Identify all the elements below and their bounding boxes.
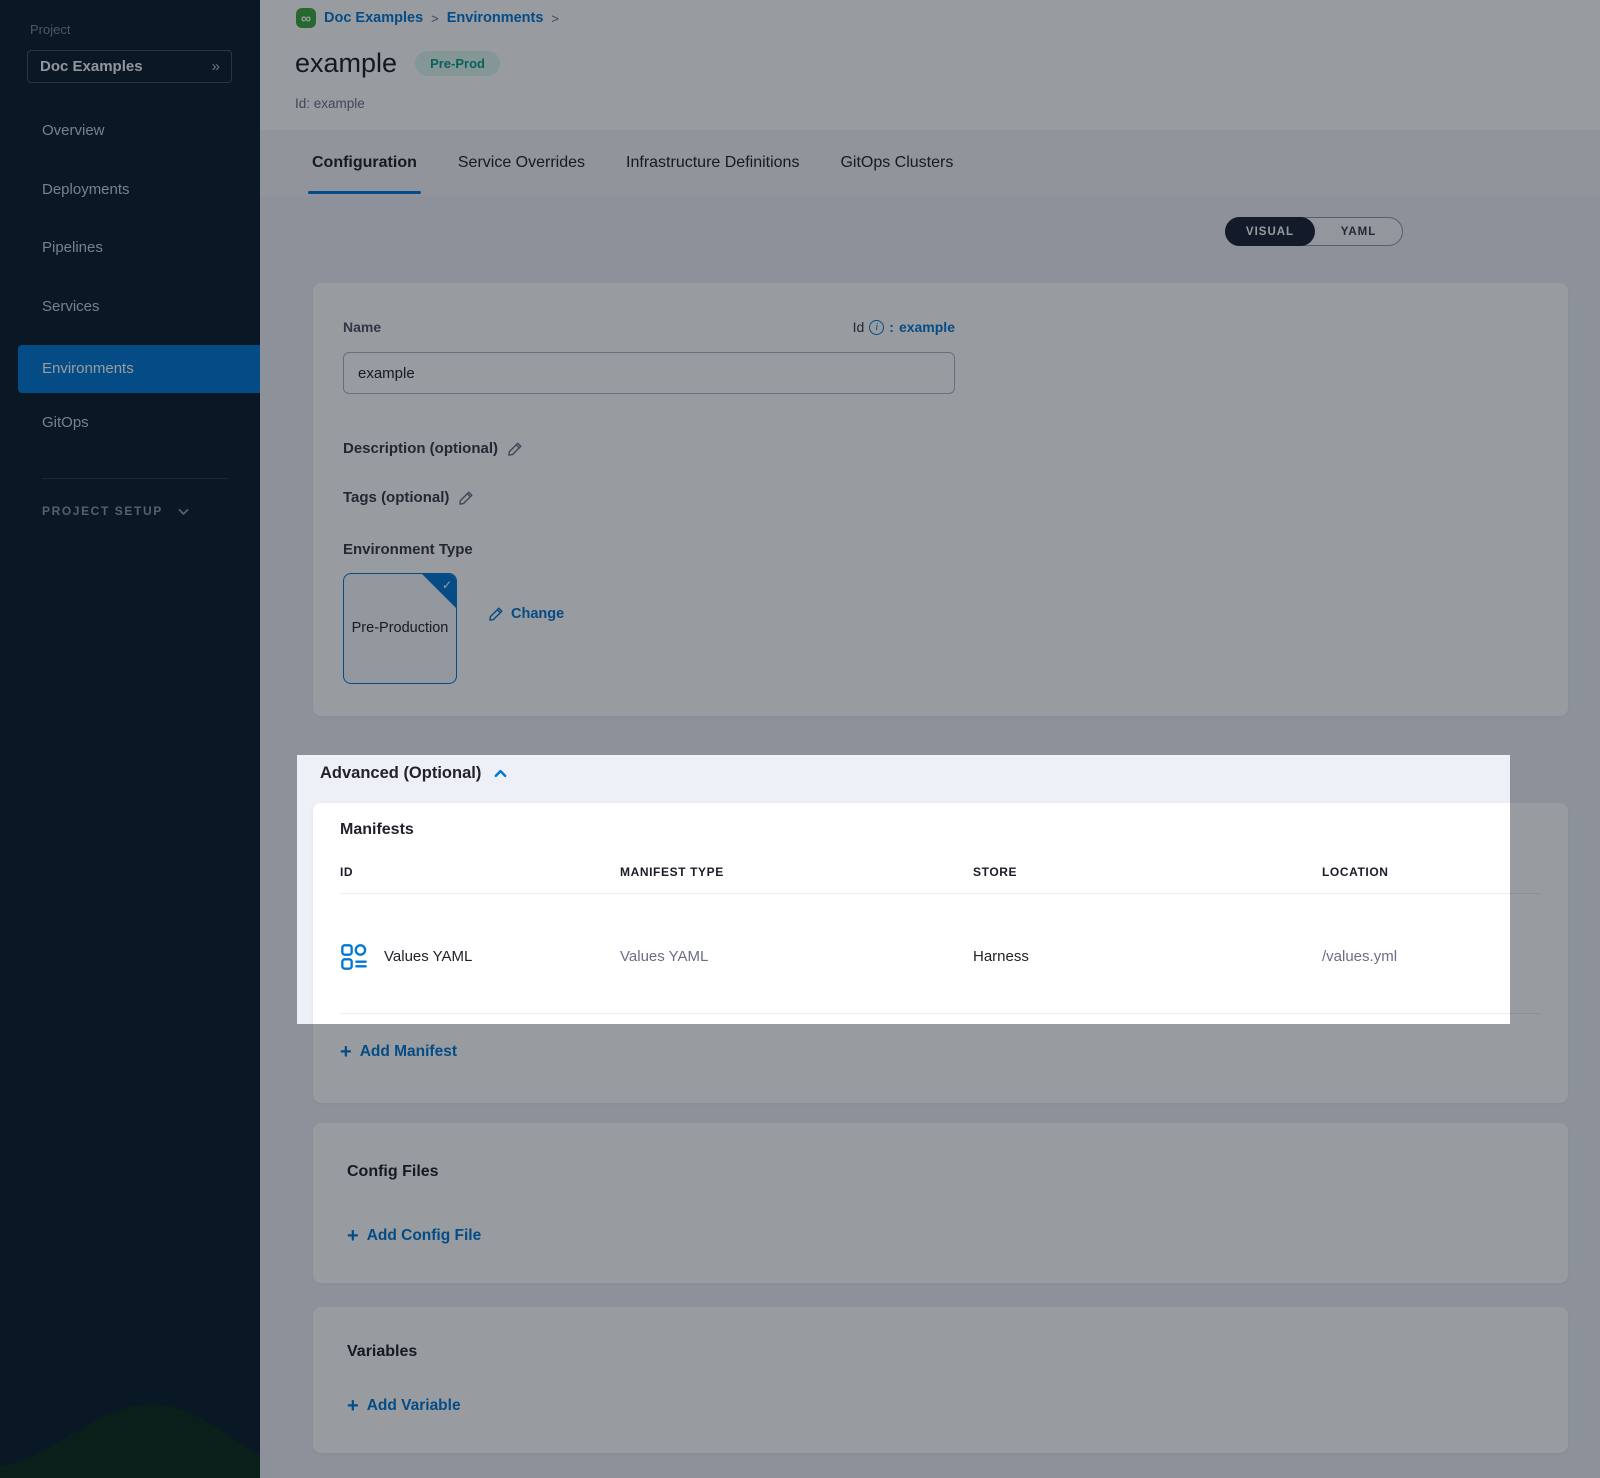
description-label: Description (optional) xyxy=(343,440,498,457)
title-row: example Pre-Prod xyxy=(295,48,500,79)
manifests-heading: Manifests xyxy=(340,821,414,839)
project-setup-label: PROJECT SETUP xyxy=(42,504,163,518)
breadcrumb: ∞ Doc Examples > Environments > xyxy=(296,8,559,28)
variables-heading: Variables xyxy=(347,1343,417,1361)
project-label: Project xyxy=(30,22,70,37)
config-files-card: Config Files + Add Config File xyxy=(313,1123,1568,1283)
chevron-up-icon[interactable] xyxy=(493,766,508,781)
id-label: Id xyxy=(853,319,865,335)
main-panel: ∞ Doc Examples > Environments > example … xyxy=(260,0,1600,1478)
project-setup-toggle[interactable]: PROJECT SETUP xyxy=(42,498,222,524)
breadcrumb-environments-link[interactable]: Environments xyxy=(447,10,544,26)
project-name: Doc Examples xyxy=(40,58,143,75)
change-environment-type-button[interactable]: Change xyxy=(488,606,564,622)
configuration-content: VISUAL YAML Name Id i : example Descript… xyxy=(260,196,1600,1478)
info-icon[interactable]: i xyxy=(869,320,884,335)
column-header-store: STORE xyxy=(973,865,1017,879)
tab-infrastructure-definitions[interactable]: Infrastructure Definitions xyxy=(622,130,803,196)
plus-icon: + xyxy=(347,1229,359,1243)
description-edit[interactable]: Description (optional) xyxy=(343,440,523,457)
edit-pencil-icon[interactable] xyxy=(507,441,523,457)
values-yaml-icon xyxy=(340,943,368,971)
tab-configuration[interactable]: Configuration xyxy=(308,130,421,196)
sidebar-wave-decoration xyxy=(0,1348,260,1478)
add-manifest-button[interactable]: + Add Manifest xyxy=(340,1043,457,1061)
page-title: example xyxy=(295,48,397,79)
add-manifest-label: Add Manifest xyxy=(360,1043,457,1061)
basic-info-card: Name Id i : example Description (optiona… xyxy=(313,283,1568,716)
sidebar-item-deployments[interactable]: Deployments xyxy=(0,166,260,214)
tab-service-overrides[interactable]: Service Overrides xyxy=(454,130,589,196)
environment-type-value: Pre-Production xyxy=(352,617,449,639)
project-selector[interactable]: Doc Examples » xyxy=(27,50,232,83)
advanced-title: Advanced (Optional) xyxy=(320,764,481,783)
environment-type-label: Environment Type xyxy=(343,541,473,558)
manifests-card: Manifests ID MANIFEST TYPE STORE LOCATIO… xyxy=(313,803,1568,1103)
entity-id: Id: example xyxy=(295,96,365,111)
column-header-location: LOCATION xyxy=(1322,865,1389,879)
environment-type-card-preproduction[interactable]: Pre-Production ✓ xyxy=(343,573,457,684)
id-colon: : xyxy=(889,319,894,335)
column-header-manifest-type: MANIFEST TYPE xyxy=(620,865,724,879)
tab-bar: Configuration Service Overrides Infrastr… xyxy=(260,130,1600,196)
plus-icon: + xyxy=(347,1399,359,1413)
advanced-section-toggle[interactable]: Advanced (Optional) xyxy=(320,764,508,783)
add-variable-label: Add Variable xyxy=(367,1397,461,1415)
sidebar-item-gitops[interactable]: GitOps xyxy=(0,399,260,447)
tags-label: Tags (optional) xyxy=(343,489,449,506)
plus-icon: + xyxy=(340,1045,352,1059)
project-sidebar: Project Doc Examples » Overview Deployme… xyxy=(0,0,260,1478)
env-type-badge: Pre-Prod xyxy=(415,51,500,76)
id-reference: Id i : example xyxy=(853,319,955,335)
manifest-table-row[interactable]: Values YAML Values YAML Harness /values.… xyxy=(313,894,1568,1013)
config-files-heading: Config Files xyxy=(347,1163,439,1181)
id-value-link[interactable]: example xyxy=(899,319,955,335)
cd-module-icon: ∞ xyxy=(296,8,316,28)
name-row: Name Id i : example xyxy=(343,319,955,335)
breadcrumb-project-link[interactable]: Doc Examples xyxy=(324,10,423,26)
visual-yaml-toggle[interactable]: VISUAL YAML xyxy=(1225,217,1403,246)
toggle-visual[interactable]: VISUAL xyxy=(1225,217,1315,246)
environment-configuration-screen: Project Doc Examples » Overview Deployme… xyxy=(0,0,1600,1478)
tags-edit[interactable]: Tags (optional) xyxy=(343,489,474,506)
name-label: Name xyxy=(343,319,381,335)
check-icon: ✓ xyxy=(442,576,452,595)
sidebar-divider xyxy=(42,478,228,479)
manifest-type-cell: Values YAML xyxy=(620,948,708,965)
variables-card: Variables + Add Variable xyxy=(313,1307,1568,1453)
toggle-yaml[interactable]: YAML xyxy=(1315,218,1402,245)
chevron-down-icon xyxy=(177,505,190,518)
sidebar-item-overview[interactable]: Overview xyxy=(0,107,260,155)
sidebar-item-services[interactable]: Services xyxy=(0,283,260,331)
breadcrumb-separator-icon: > xyxy=(431,11,439,26)
expand-chevron-icon[interactable]: » xyxy=(212,58,219,75)
add-variable-button[interactable]: + Add Variable xyxy=(347,1397,461,1415)
name-input[interactable] xyxy=(343,352,955,394)
change-label: Change xyxy=(511,606,564,622)
manifest-store-cell: Harness xyxy=(973,948,1029,965)
sidebar-item-pipelines[interactable]: Pipelines xyxy=(0,224,260,272)
table-row-divider xyxy=(340,1013,1541,1014)
breadcrumb-separator-icon: > xyxy=(551,11,559,26)
sidebar-item-environments[interactable]: Environments xyxy=(18,345,260,393)
add-config-file-button[interactable]: + Add Config File xyxy=(347,1227,481,1245)
tab-gitops-clusters[interactable]: GitOps Clusters xyxy=(836,130,957,196)
manifest-location-cell: /values.yml xyxy=(1322,948,1397,965)
edit-pencil-icon xyxy=(488,606,504,622)
column-header-id: ID xyxy=(340,865,353,879)
manifest-id-cell: Values YAML xyxy=(384,948,472,965)
page-header: ∞ Doc Examples > Environments > example … xyxy=(260,0,1600,130)
edit-pencil-icon[interactable] xyxy=(458,490,474,506)
add-config-file-label: Add Config File xyxy=(367,1227,482,1245)
